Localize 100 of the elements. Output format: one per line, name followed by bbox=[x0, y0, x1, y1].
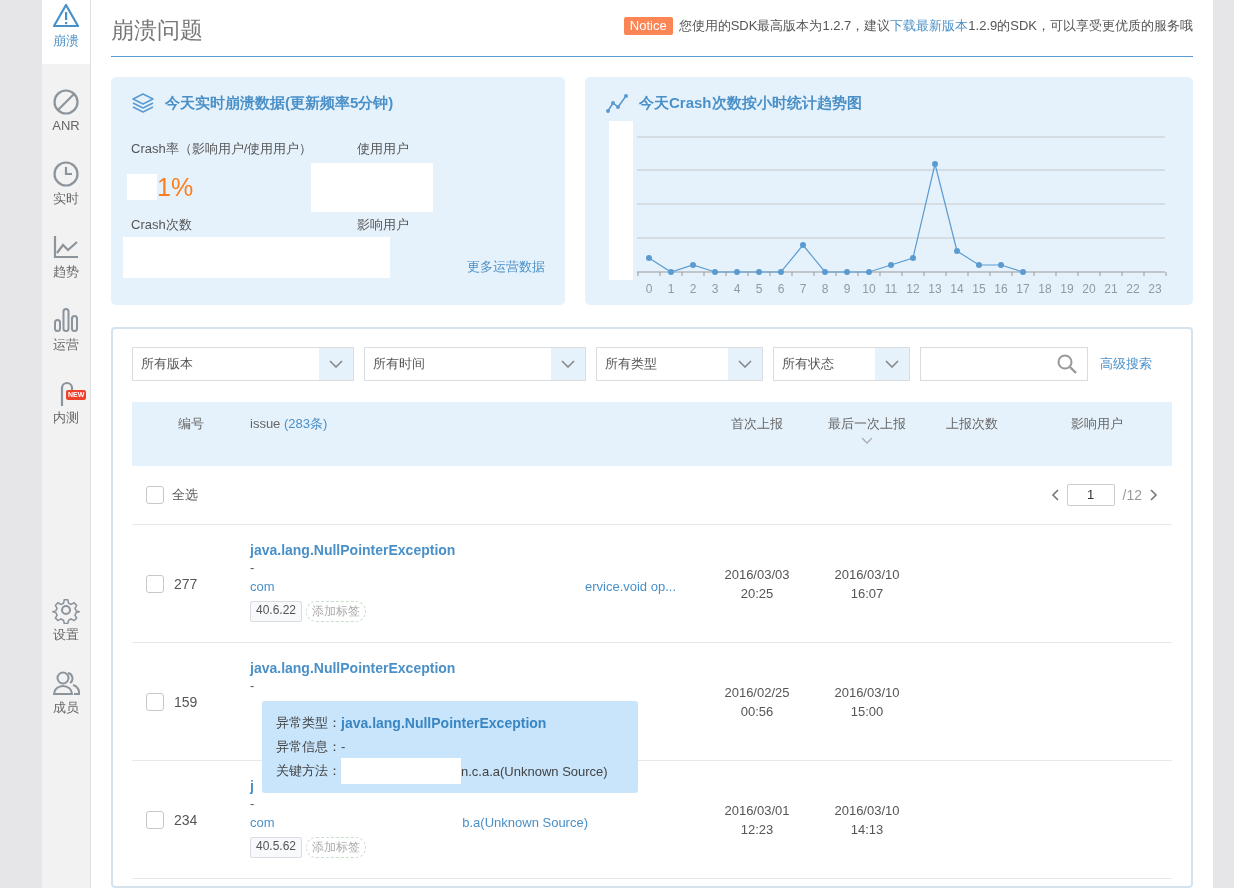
redaction-block bbox=[127, 174, 157, 200]
issue-title-link[interactable]: j bbox=[250, 777, 254, 795]
axis-label: 11 bbox=[884, 282, 898, 296]
issue-title-link[interactable]: java.lang.NullPointerException bbox=[250, 541, 456, 559]
nav-label: 实时 bbox=[53, 189, 79, 208]
issue-message: - bbox=[250, 559, 255, 577]
advanced-search-link[interactable]: 高级搜索 bbox=[1100, 355, 1152, 373]
nav-item[interactable]: 成员 bbox=[42, 656, 90, 729]
time-text: 20:25 bbox=[740, 584, 774, 603]
page-total: /12 bbox=[1122, 487, 1142, 503]
nav-item[interactable]: 趋势 bbox=[42, 220, 90, 293]
nav-item[interactable]: 崩溃 bbox=[42, 0, 90, 64]
nav-label: 设置 bbox=[53, 625, 79, 644]
method-link[interactable]: b.a(Unknown Source) bbox=[462, 813, 588, 833]
axis-label: 22 bbox=[1126, 282, 1140, 296]
column-header[interactable]: 最后一次上报 bbox=[812, 402, 922, 466]
axis-label: 4 bbox=[733, 282, 741, 296]
axis-label: 10 bbox=[862, 282, 876, 296]
search-icon bbox=[1057, 354, 1077, 374]
page-title: 崩溃问题 bbox=[111, 15, 203, 45]
tooltip-label: 异常类型： bbox=[276, 714, 341, 730]
axis-label: 2 bbox=[689, 282, 697, 296]
version-tag[interactable]: 40.6.22 bbox=[250, 601, 303, 622]
nav-item[interactable]: ANR bbox=[42, 74, 90, 147]
time-text: 14:13 bbox=[850, 820, 884, 839]
issue-message: - bbox=[250, 677, 255, 695]
tooltip-label: 关键方法： bbox=[276, 762, 341, 780]
axis-label: 16 bbox=[994, 282, 1008, 296]
download-link[interactable]: 下载最新版本 bbox=[890, 18, 969, 33]
column-header[interactable]: issue (283条) bbox=[250, 402, 702, 466]
nav-item[interactable]: 运营 bbox=[42, 293, 90, 366]
date-text: 2016/03/03 bbox=[724, 565, 790, 584]
chevron-down-icon bbox=[861, 437, 873, 444]
issue-number: 277 bbox=[174, 575, 198, 592]
stat-label: Crash率（影响用户/使用用户） bbox=[131, 140, 314, 158]
chevron-down-icon bbox=[561, 360, 575, 368]
issue-number: 234 bbox=[174, 811, 198, 828]
page-field[interactable]: 1 bbox=[1066, 484, 1115, 506]
stat-label: 影响用户 bbox=[357, 216, 410, 234]
axis-label: 5 bbox=[755, 282, 763, 296]
axis-label: 0 bbox=[645, 282, 653, 296]
clock-icon bbox=[52, 159, 80, 188]
select-all-label: 全选 bbox=[172, 486, 198, 504]
more-data-link[interactable]: 更多运营数据 bbox=[467, 258, 545, 276]
column-header[interactable]: 编号 bbox=[132, 402, 250, 466]
time-text: 15:00 bbox=[850, 702, 884, 721]
nav-label: 运营 bbox=[53, 335, 79, 354]
column-header[interactable]: 首次上报 bbox=[702, 402, 812, 466]
axis-label: 3 bbox=[711, 282, 719, 296]
method-link[interactable]: com bbox=[250, 813, 275, 833]
column-header[interactable]: 影响用户 bbox=[1022, 402, 1172, 466]
chevron-down-icon bbox=[885, 360, 899, 368]
stat-label: Crash次数 bbox=[131, 216, 193, 234]
card-title: 今天Crash次数按小时统计趋势图 bbox=[639, 93, 862, 113]
axis-label: 8 bbox=[821, 282, 829, 296]
date-text: 2016/03/01 bbox=[724, 801, 790, 820]
axis-label: 15 bbox=[972, 282, 986, 296]
nav-label: 成员 bbox=[53, 698, 79, 717]
chevron-left-icon bbox=[1050, 489, 1059, 501]
axis-label: 6 bbox=[777, 282, 785, 296]
dropdown[interactable]: 所有状态 bbox=[773, 347, 910, 381]
axis-label: 17 bbox=[1016, 282, 1030, 296]
layers-icon bbox=[131, 92, 155, 114]
prohibited-icon bbox=[52, 88, 80, 116]
time-text: 12:23 bbox=[740, 820, 774, 839]
checkbox[interactable] bbox=[146, 692, 164, 711]
axis-label: 7 bbox=[799, 282, 807, 296]
checkbox[interactable] bbox=[146, 574, 164, 593]
chevron-down-icon bbox=[329, 360, 343, 368]
bar-chart-icon bbox=[52, 305, 80, 334]
nav-label: 崩溃 bbox=[53, 32, 79, 50]
axis-label: 14 bbox=[950, 282, 964, 296]
dropdown[interactable]: 所有类型 bbox=[596, 347, 763, 381]
version-tag[interactable]: 40.5.62 bbox=[250, 837, 303, 858]
tooltip-label: 异常信息：- bbox=[276, 738, 346, 756]
checkbox[interactable] bbox=[146, 486, 164, 504]
key-method: n.c.a.a(Unknown Source) bbox=[461, 763, 608, 779]
axis-label: 21 bbox=[1104, 282, 1118, 296]
method-link[interactable]: ervice.void op... bbox=[584, 577, 676, 597]
axis-label: 12 bbox=[906, 282, 920, 296]
axis-label: 1 bbox=[667, 282, 675, 296]
nav-item[interactable]: 设置 bbox=[42, 583, 90, 656]
issue-title-link[interactable]: java.lang.NullPointerException bbox=[250, 659, 456, 677]
time-text: 16:07 bbox=[850, 584, 884, 603]
date-text: 2016/02/25 bbox=[724, 683, 790, 702]
dropdown[interactable]: 所有版本 bbox=[132, 347, 354, 381]
axis-label: 20 bbox=[1082, 282, 1096, 296]
nav-item[interactable]: 实时 bbox=[42, 147, 90, 220]
column-header[interactable]: 上报次数 bbox=[922, 402, 1022, 466]
search-field[interactable] bbox=[920, 347, 1088, 381]
dropdown[interactable]: 所有时间 bbox=[364, 347, 586, 381]
warning-icon bbox=[52, 2, 80, 30]
date-text: 2016/03/10 bbox=[834, 565, 900, 584]
nav-label: 内测 bbox=[53, 408, 79, 427]
axis-label: 9 bbox=[843, 282, 851, 296]
checkbox[interactable] bbox=[146, 810, 164, 829]
axis-label: 19 bbox=[1060, 282, 1074, 296]
notice-badge: Notice bbox=[623, 17, 673, 35]
stat-label: 使用用户 bbox=[357, 140, 410, 158]
method-link[interactable]: com bbox=[250, 577, 275, 597]
